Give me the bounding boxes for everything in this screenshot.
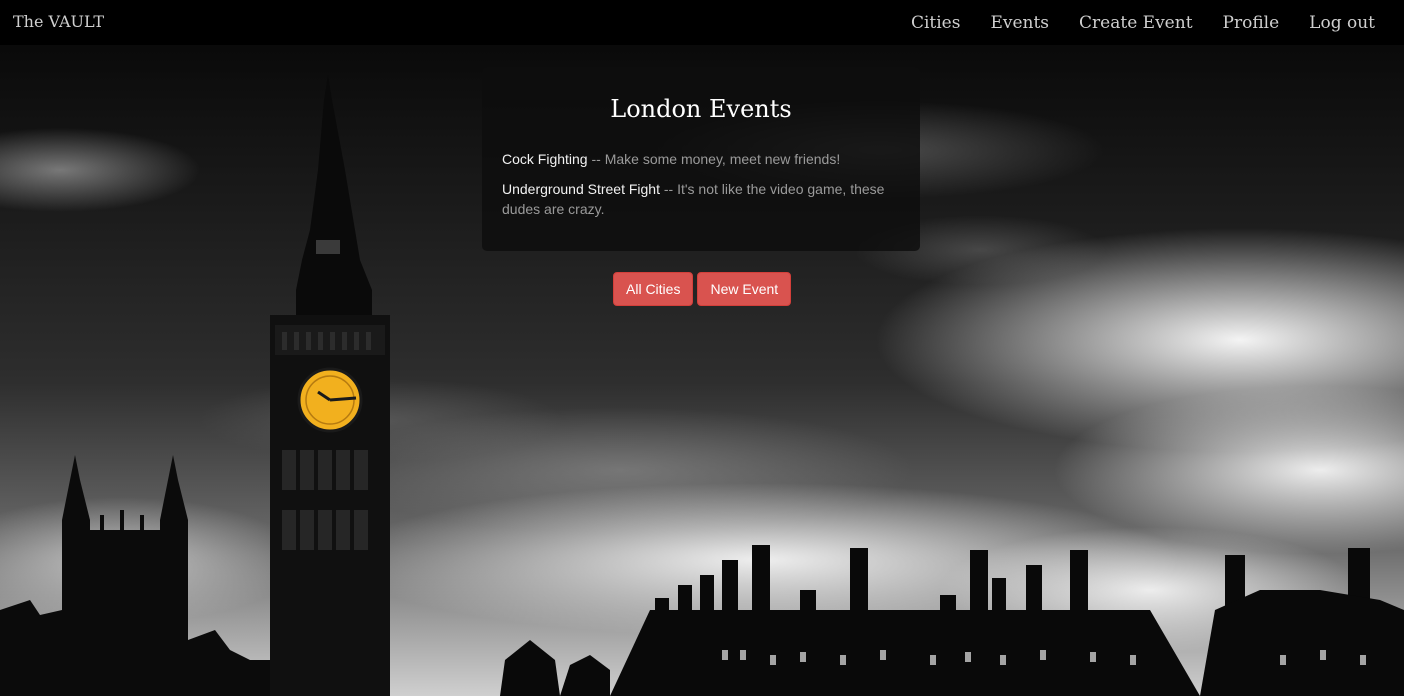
- nav-links: Cities Events Create Event Profile Log o…: [911, 0, 1375, 45]
- page-title: London Events: [610, 95, 792, 123]
- action-buttons: All Cities New Event: [613, 272, 792, 306]
- rooftops: [500, 545, 1404, 696]
- brand-logo-link[interactable]: The VAULT: [13, 12, 104, 31]
- all-cities-button[interactable]: All Cities: [613, 272, 694, 306]
- list-item: Cock Fighting -- Make some money, meet n…: [502, 149, 900, 169]
- event-list: Cock Fighting -- Make some money, meet n…: [502, 149, 900, 219]
- event-link[interactable]: Underground Street Fight: [502, 181, 660, 197]
- new-event-button[interactable]: New Event: [697, 272, 792, 306]
- event-link[interactable]: Cock Fighting: [502, 151, 588, 167]
- big-ben-tower: [270, 75, 390, 696]
- nav-link-cities[interactable]: Cities: [911, 13, 961, 33]
- list-item: Underground Street Fight -- It's not lik…: [502, 179, 900, 219]
- events-panel: London Events Cock Fighting -- Make some…: [482, 67, 920, 251]
- nav-link-create-event[interactable]: Create Event: [1079, 13, 1192, 33]
- nav-link-profile[interactable]: Profile: [1223, 13, 1280, 33]
- nav-link-events[interactable]: Events: [990, 13, 1049, 33]
- nav-link-log-out[interactable]: Log out: [1309, 13, 1375, 33]
- top-navbar: The VAULT Cities Events Create Event Pro…: [0, 0, 1404, 45]
- event-description: -- Make some money, meet new friends!: [587, 151, 841, 167]
